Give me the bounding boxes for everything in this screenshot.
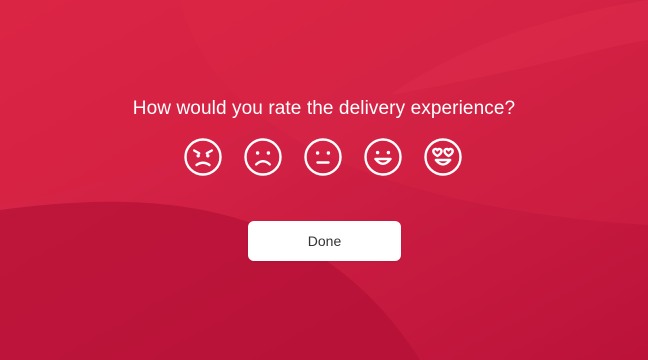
angry-face-icon [184,138,222,176]
done-button[interactable]: Done [248,221,401,261]
rating-very-poor-button[interactable] [182,136,224,178]
rating-poor-button[interactable] [242,136,284,178]
sad-face-icon [244,138,282,176]
rating-excellent-button[interactable] [422,136,464,178]
survey-card: How would you rate the delivery experien… [0,0,648,360]
rating-average-button[interactable] [302,136,344,178]
neutral-face-icon [304,138,342,176]
heart-eyes-face-icon [424,138,462,176]
smiling-face-icon [364,138,402,176]
rating-options [182,136,466,178]
survey-question: How would you rate the delivery experien… [132,98,516,119]
rating-good-button[interactable] [362,136,404,178]
